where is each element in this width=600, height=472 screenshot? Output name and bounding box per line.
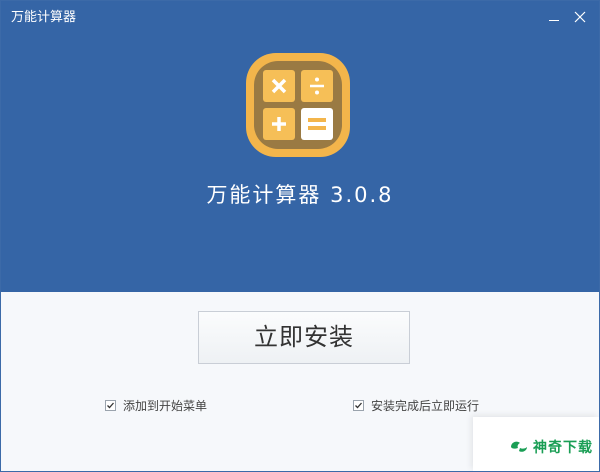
watermark-text: 神奇下载	[533, 440, 593, 456]
installer-window: 万能计算器 万能计算器 3.0.8 立即安装 添加到开始菜单 安装完成后立即运行…	[0, 0, 600, 472]
app-name-version: 万能计算器 3.0.8	[206, 183, 394, 207]
install-now-button[interactable]: 立即安装	[198, 311, 410, 364]
start-menu-checkbox[interactable]	[105, 399, 116, 411]
check-icon	[107, 402, 114, 408]
run-after-install-checkbox[interactable]	[353, 399, 364, 411]
equals-key-icon	[301, 108, 333, 140]
run-after-install-option[interactable]: 安装完成后立即运行	[353, 397, 479, 413]
start-menu-option[interactable]: 添加到开始菜单	[105, 397, 207, 413]
calculator-app-icon	[246, 53, 350, 157]
start-menu-label: 添加到开始菜单	[123, 398, 208, 413]
run-after-install-label: 安装完成后立即运行	[371, 398, 480, 413]
watermark-badge: 神奇下载	[473, 417, 599, 471]
check-icon	[355, 402, 362, 408]
header-panel: 万能计算器 万能计算器 3.0.8	[1, 1, 599, 292]
window-title: 万能计算器	[11, 10, 77, 25]
minimize-icon	[549, 20, 559, 21]
close-icon	[574, 11, 586, 23]
minimize-button[interactable]	[544, 7, 564, 27]
close-button[interactable]	[570, 7, 590, 27]
shenqi-logo-icon	[511, 441, 527, 452]
